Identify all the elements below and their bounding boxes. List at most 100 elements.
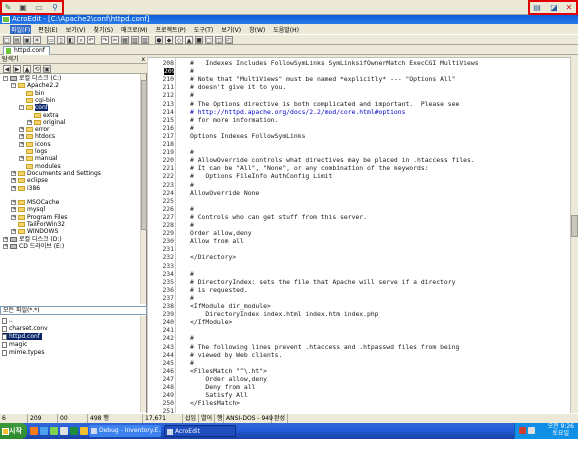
forward-icon[interactable]: ▶	[13, 65, 21, 73]
back-icon[interactable]: ◀	[3, 65, 11, 73]
redo-icon[interactable]: ↷	[101, 36, 109, 44]
ie-icon[interactable]	[40, 427, 48, 435]
stop-icon[interactable]: ■	[195, 36, 203, 44]
menu-item-4[interactable]: 매크로(M)	[120, 25, 148, 34]
tree-item[interactable]: + icons	[19, 141, 51, 148]
tree-item[interactable]: + original	[27, 119, 65, 126]
file-list-item[interactable]: mime.types	[2, 349, 46, 356]
block-icon[interactable]: ▨	[141, 36, 149, 44]
tree-item[interactable]: - conf	[19, 104, 48, 112]
start-button[interactable]: 시작	[0, 423, 27, 439]
tree-item[interactable]: extra	[27, 112, 59, 119]
expand-toggle-icon[interactable]: +	[19, 141, 24, 147]
tree-item[interactable]: + Documents and Settings	[11, 170, 101, 177]
preview-icon[interactable]: ▯	[57, 36, 65, 44]
tree-item[interactable]: + Program Files	[11, 214, 67, 221]
menu-item-6[interactable]: 도구(T)	[193, 25, 214, 34]
tree-item[interactable]: + MSOCache	[11, 199, 59, 206]
menu-item-0[interactable]: 파일(F)	[10, 24, 32, 34]
split-icon[interactable]: ◫	[215, 36, 223, 44]
tray-icon-a[interactable]	[519, 427, 526, 434]
expand-toggle-icon[interactable]: -	[19, 105, 24, 111]
tree-item[interactable]: + i386	[11, 185, 40, 192]
file-list-item[interactable]: httpd.conf	[2, 333, 42, 340]
tree-scrollbar[interactable]	[140, 74, 147, 304]
marker-icon[interactable]: ◇	[175, 36, 183, 44]
expand-toggle-icon[interactable]: -	[3, 76, 8, 81]
tree-item[interactable]: cgi-bin	[19, 97, 55, 104]
menu-item-3[interactable]: 찾기(S)	[93, 25, 115, 34]
winamp-icon[interactable]	[70, 427, 78, 435]
undo-icon[interactable]: ↶	[87, 36, 95, 44]
up-icon[interactable]: ▲	[185, 36, 193, 44]
tree-item[interactable]: - Apache2.2	[11, 82, 59, 89]
clock[interactable]: 오전 9:26 토요일	[548, 423, 574, 437]
expand-toggle-icon[interactable]: +	[19, 156, 24, 162]
new-icon[interactable]: □	[3, 36, 11, 44]
expand-toggle-icon[interactable]: +	[11, 200, 16, 206]
tree-scroll-thumb[interactable]	[141, 80, 147, 230]
view-icon[interactable]: ▣	[43, 65, 51, 73]
file-list-item[interactable]: ..	[2, 317, 15, 324]
menu-item-5[interactable]: 프로젝트(P)	[154, 25, 186, 34]
menu-item-7[interactable]: 보기(V)	[220, 25, 242, 34]
file-list-scrollbar[interactable]	[140, 316, 146, 412]
expand-toggle-icon[interactable]: +	[11, 185, 16, 191]
menu-item-8[interactable]: 창(W)	[248, 25, 266, 34]
tree-item[interactable]: + manual	[19, 155, 57, 162]
firefox-icon[interactable]	[30, 427, 38, 435]
tree-item[interactable]: logs	[19, 148, 47, 155]
window-icon[interactable]: ◰	[225, 36, 233, 44]
editor-scrollbar[interactable]	[570, 55, 578, 413]
tree-item[interactable]: + error	[19, 126, 50, 133]
expand-toggle-icon[interactable]: +	[3, 243, 8, 249]
expand-toggle-icon[interactable]: +	[11, 214, 16, 220]
taskbar-item-debug[interactable]: Debug - Inventory.E...	[89, 425, 161, 437]
code-line-link[interactable]: # http://httpd.apache.org/docs/2.2/mod/c…	[190, 108, 405, 116]
print-icon[interactable]: ▭	[47, 36, 55, 44]
tree-item[interactable]: + eclipse	[11, 177, 48, 184]
tree-item[interactable]: + CD 드라이브 (E:)	[3, 243, 64, 250]
tree-item[interactable]: + htdocs	[19, 133, 55, 140]
copy-icon[interactable]: ▦	[121, 36, 129, 44]
paste-icon[interactable]: ▧	[131, 36, 139, 44]
expand-toggle-icon[interactable]: +	[27, 119, 32, 125]
expand-toggle-icon[interactable]: +	[19, 134, 24, 140]
desktop-icon[interactable]	[60, 427, 68, 435]
editor[interactable]: 208 209 210 211 212 213 214 215 216 217 218 219 220 2…	[148, 55, 578, 415]
tab-httpd-conf[interactable]: httpd.conf	[3, 46, 50, 55]
close-icon[interactable]: ✕	[33, 36, 41, 44]
tree-item[interactable]: TailForWin32	[11, 221, 65, 228]
play-icon[interactable]: ◆	[165, 36, 173, 44]
expand-toggle-icon[interactable]: +	[11, 229, 16, 235]
record-icon[interactable]: ●	[155, 36, 163, 44]
expand-toggle-icon[interactable]: +	[19, 127, 24, 133]
file-list-item[interactable]: charset.conv	[2, 325, 50, 332]
tree-item[interactable]: bin	[19, 90, 44, 97]
copy-doc-icon[interactable]: ◧	[67, 36, 75, 44]
tree-item[interactable]: + mysql	[11, 206, 45, 213]
editor-scroll-thumb[interactable]	[571, 215, 578, 237]
expand-toggle-icon[interactable]: +	[11, 207, 16, 213]
expand-toggle-icon[interactable]: +	[11, 178, 16, 184]
tree-item[interactable]: + WINDOWS	[11, 228, 58, 235]
find-icon[interactable]: ⌕	[77, 36, 85, 44]
menu-item-1[interactable]: 편집(E)	[37, 25, 59, 34]
menu-item-9[interactable]: 도움말(H)	[272, 25, 300, 34]
expand-toggle-icon[interactable]: +	[3, 236, 8, 242]
file-list-item[interactable]: magic	[2, 341, 29, 348]
tree-item[interactable]: modules	[19, 163, 61, 170]
box-icon[interactable]: ▢	[205, 36, 213, 44]
folder-icon[interactable]	[80, 427, 88, 435]
taskbar-item-acroedit[interactable]: AcroEdit	[164, 425, 236, 437]
file-filter-select[interactable]: 모든 파일(*.*)	[0, 306, 147, 315]
tree-item[interactable]: + 로컬 디스크 (D:)	[3, 236, 62, 243]
messenger-icon[interactable]	[50, 427, 58, 435]
refresh-icon[interactable]: ⟲	[33, 65, 41, 73]
explorer-close-button[interactable]: x	[141, 55, 145, 64]
menu-item-2[interactable]: 보기(V)	[65, 25, 87, 34]
cut-icon[interactable]: ✂	[111, 36, 119, 44]
tray-icon-b[interactable]	[528, 427, 535, 434]
expand-toggle-icon[interactable]: +	[11, 170, 16, 176]
up-icon[interactable]: ▲	[23, 65, 31, 73]
